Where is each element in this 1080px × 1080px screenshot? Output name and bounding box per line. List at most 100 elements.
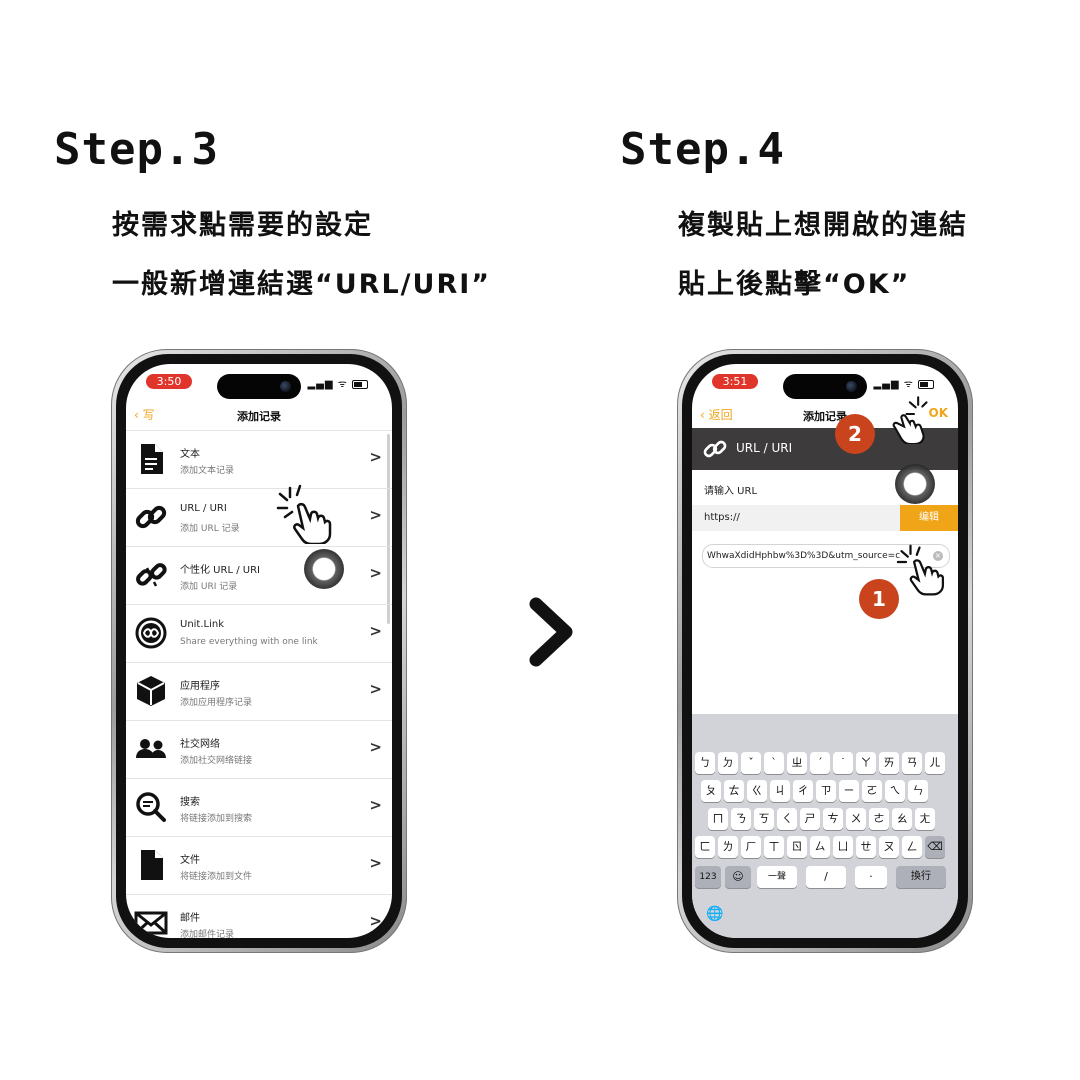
key[interactable]: ㄌ (718, 836, 738, 858)
row-title: 文件 (180, 855, 200, 866)
key[interactable]: ㄔ (793, 780, 813, 802)
numbers-key[interactable]: 123 (695, 866, 721, 888)
camera-icon (846, 381, 857, 392)
key[interactable]: ㄇ (708, 808, 728, 830)
step3-title: Step.3 (54, 124, 219, 175)
key[interactable]: ㄥ (902, 836, 922, 858)
key[interactable]: ㄤ (915, 808, 935, 830)
list-item-search[interactable]: 搜索 将链接添加到搜索 > (126, 779, 392, 837)
key[interactable]: ㄕ (800, 808, 820, 830)
return-key[interactable]: 換行 (896, 866, 946, 888)
key[interactable]: ㄐ (770, 780, 790, 802)
list-item-file[interactable]: 文件 将链接添加到文件 > (126, 837, 392, 895)
key[interactable]: ㄍ (747, 780, 767, 802)
row-subtitle: Share everything with one link (180, 637, 318, 647)
key[interactable]: ˙ (833, 752, 853, 774)
left-phone-screen: 3:50 ▂▄▆ ᯤ ‹ 写 添加记录 文本 添加文本记录 > URL / UR… (126, 364, 392, 938)
list-item-text[interactable]: 文本 添加文本记录 > (126, 431, 392, 489)
key[interactable]: ㄨ (846, 808, 866, 830)
list-item-unit-link[interactable]: Unit.Link Share everything with one link… (126, 605, 392, 663)
dynamic-island (783, 374, 867, 399)
tap-hand-icon (276, 484, 332, 544)
key[interactable]: ˊ (810, 752, 830, 774)
url-input-value: WhwaXdidHphbw%3D%3D&utm_source=c (707, 551, 901, 561)
edit-button[interactable]: 编辑 (900, 505, 958, 531)
tap-indicator-icon (895, 464, 935, 504)
key[interactable]: ㄓ (787, 752, 807, 774)
key[interactable]: ㄘ (823, 808, 843, 830)
key[interactable]: ㄦ (925, 752, 945, 774)
list-item-social[interactable]: 社交网络 添加社交网络链接 > (126, 721, 392, 779)
chevron-right-icon: > (369, 796, 382, 814)
slash-key[interactable]: / (806, 866, 846, 888)
url-scheme[interactable]: https:// (704, 512, 740, 523)
nav-bar: ‹ 写 添加记录 (126, 400, 392, 431)
list-item-url[interactable]: URL / URI 添加 URL 记录 > (126, 489, 392, 547)
emoji-key[interactable]: ☺ (725, 866, 751, 888)
battery-icon (918, 379, 934, 389)
key[interactable]: ㄞ (879, 752, 899, 774)
bopomofo-keyboard: ㄅ ㄉ ˇ ˋ ㄓ ˊ ˙ ㄚ ㄞ ㄢ ㄦ ㄆ ㄊ ㄍ ㄐ ㄔ ㄗ ㄧ ㄛ ㄟ … (692, 714, 958, 938)
row-subtitle: 添加社交网络链接 (180, 756, 253, 766)
status-icons: ▂▄▆ ᯤ (873, 376, 934, 390)
row-title: 文本 (180, 449, 200, 460)
key[interactable]: ㄊ (724, 780, 744, 802)
key[interactable]: ㄧ (839, 780, 859, 802)
row-subtitle: 将链接添加到搜索 (180, 814, 253, 824)
list-item-app[interactable]: 应用程序 添加应用程序记录 > (126, 663, 392, 721)
mail-icon (134, 911, 168, 935)
key[interactable]: ㄋ (731, 808, 751, 830)
key[interactable]: ㄡ (879, 836, 899, 858)
key[interactable]: ㄆ (701, 780, 721, 802)
row-subtitle: 添加应用程序记录 (180, 698, 253, 708)
key[interactable]: ㄣ (908, 780, 928, 802)
chevron-right-icon: > (369, 680, 382, 698)
key[interactable]: ㄎ (754, 808, 774, 830)
chevron-right-icon: > (369, 448, 382, 466)
key[interactable]: ㄗ (816, 780, 836, 802)
key[interactable]: ㄠ (892, 808, 912, 830)
row-title: 社交网络 (180, 739, 220, 750)
key[interactable]: ㄙ (810, 836, 830, 858)
key[interactable]: ㄛ (862, 780, 882, 802)
link-icon (135, 505, 167, 529)
key[interactable]: ㄅ (695, 752, 715, 774)
tone-key[interactable]: 一聲 (757, 866, 797, 888)
dot-key[interactable]: · (855, 866, 887, 888)
broken-link-icon (136, 563, 167, 587)
key[interactable]: ㄒ (764, 836, 784, 858)
left-phone-frame: 3:50 ▂▄▆ ᯤ ‹ 写 添加记录 文本 添加文本记录 > URL / UR… (111, 349, 407, 953)
key[interactable]: ㄖ (787, 836, 807, 858)
cube-icon (137, 676, 165, 706)
key[interactable]: ㄜ (869, 808, 889, 830)
key[interactable]: ㄚ (856, 752, 876, 774)
key[interactable]: ㄉ (718, 752, 738, 774)
key[interactable]: ㄏ (741, 836, 761, 858)
dynamic-island (217, 374, 301, 399)
step4-line2: 貼上後點擊“OK” (678, 269, 911, 300)
keyboard-row-1: ㄅ ㄉ ˇ ˋ ㄓ ˊ ˙ ㄚ ㄞ ㄢ ㄦ (692, 752, 958, 776)
key[interactable]: ㄈ (695, 836, 715, 858)
search-icon (136, 792, 166, 822)
globe-icon[interactable]: 🌐 (706, 906, 723, 922)
row-title: Unit.Link (180, 619, 225, 630)
step4-line1: 複製貼上想開啟的連結 (678, 210, 968, 241)
battery-icon (352, 379, 368, 389)
key[interactable]: ˋ (764, 752, 784, 774)
row-subtitle: 添加文本记录 (180, 466, 235, 476)
document-icon (141, 444, 163, 474)
delete-key[interactable]: ⌫ (925, 836, 945, 858)
list-item-custom-url[interactable]: 个性化 URL / URI 添加 URI 记录 > (126, 547, 392, 605)
step3-line2: 一般新增連結選“URL/URI” (112, 269, 492, 300)
key[interactable]: ㄑ (777, 808, 797, 830)
key[interactable]: ˇ (741, 752, 761, 774)
row-title: 个性化 URL / URI (180, 565, 260, 576)
key[interactable]: ㄢ (902, 752, 922, 774)
infinity-icon (135, 617, 167, 649)
row-title: URL / URI (180, 503, 227, 514)
key[interactable]: ㄟ (885, 780, 905, 802)
key[interactable]: ㄩ (833, 836, 853, 858)
list-item-mail[interactable]: 邮件 添加邮件记录 > (126, 895, 392, 938)
key[interactable]: ㄝ (856, 836, 876, 858)
keyboard-row-5: 123 ☺ 一聲 / · 換行 (692, 866, 958, 890)
